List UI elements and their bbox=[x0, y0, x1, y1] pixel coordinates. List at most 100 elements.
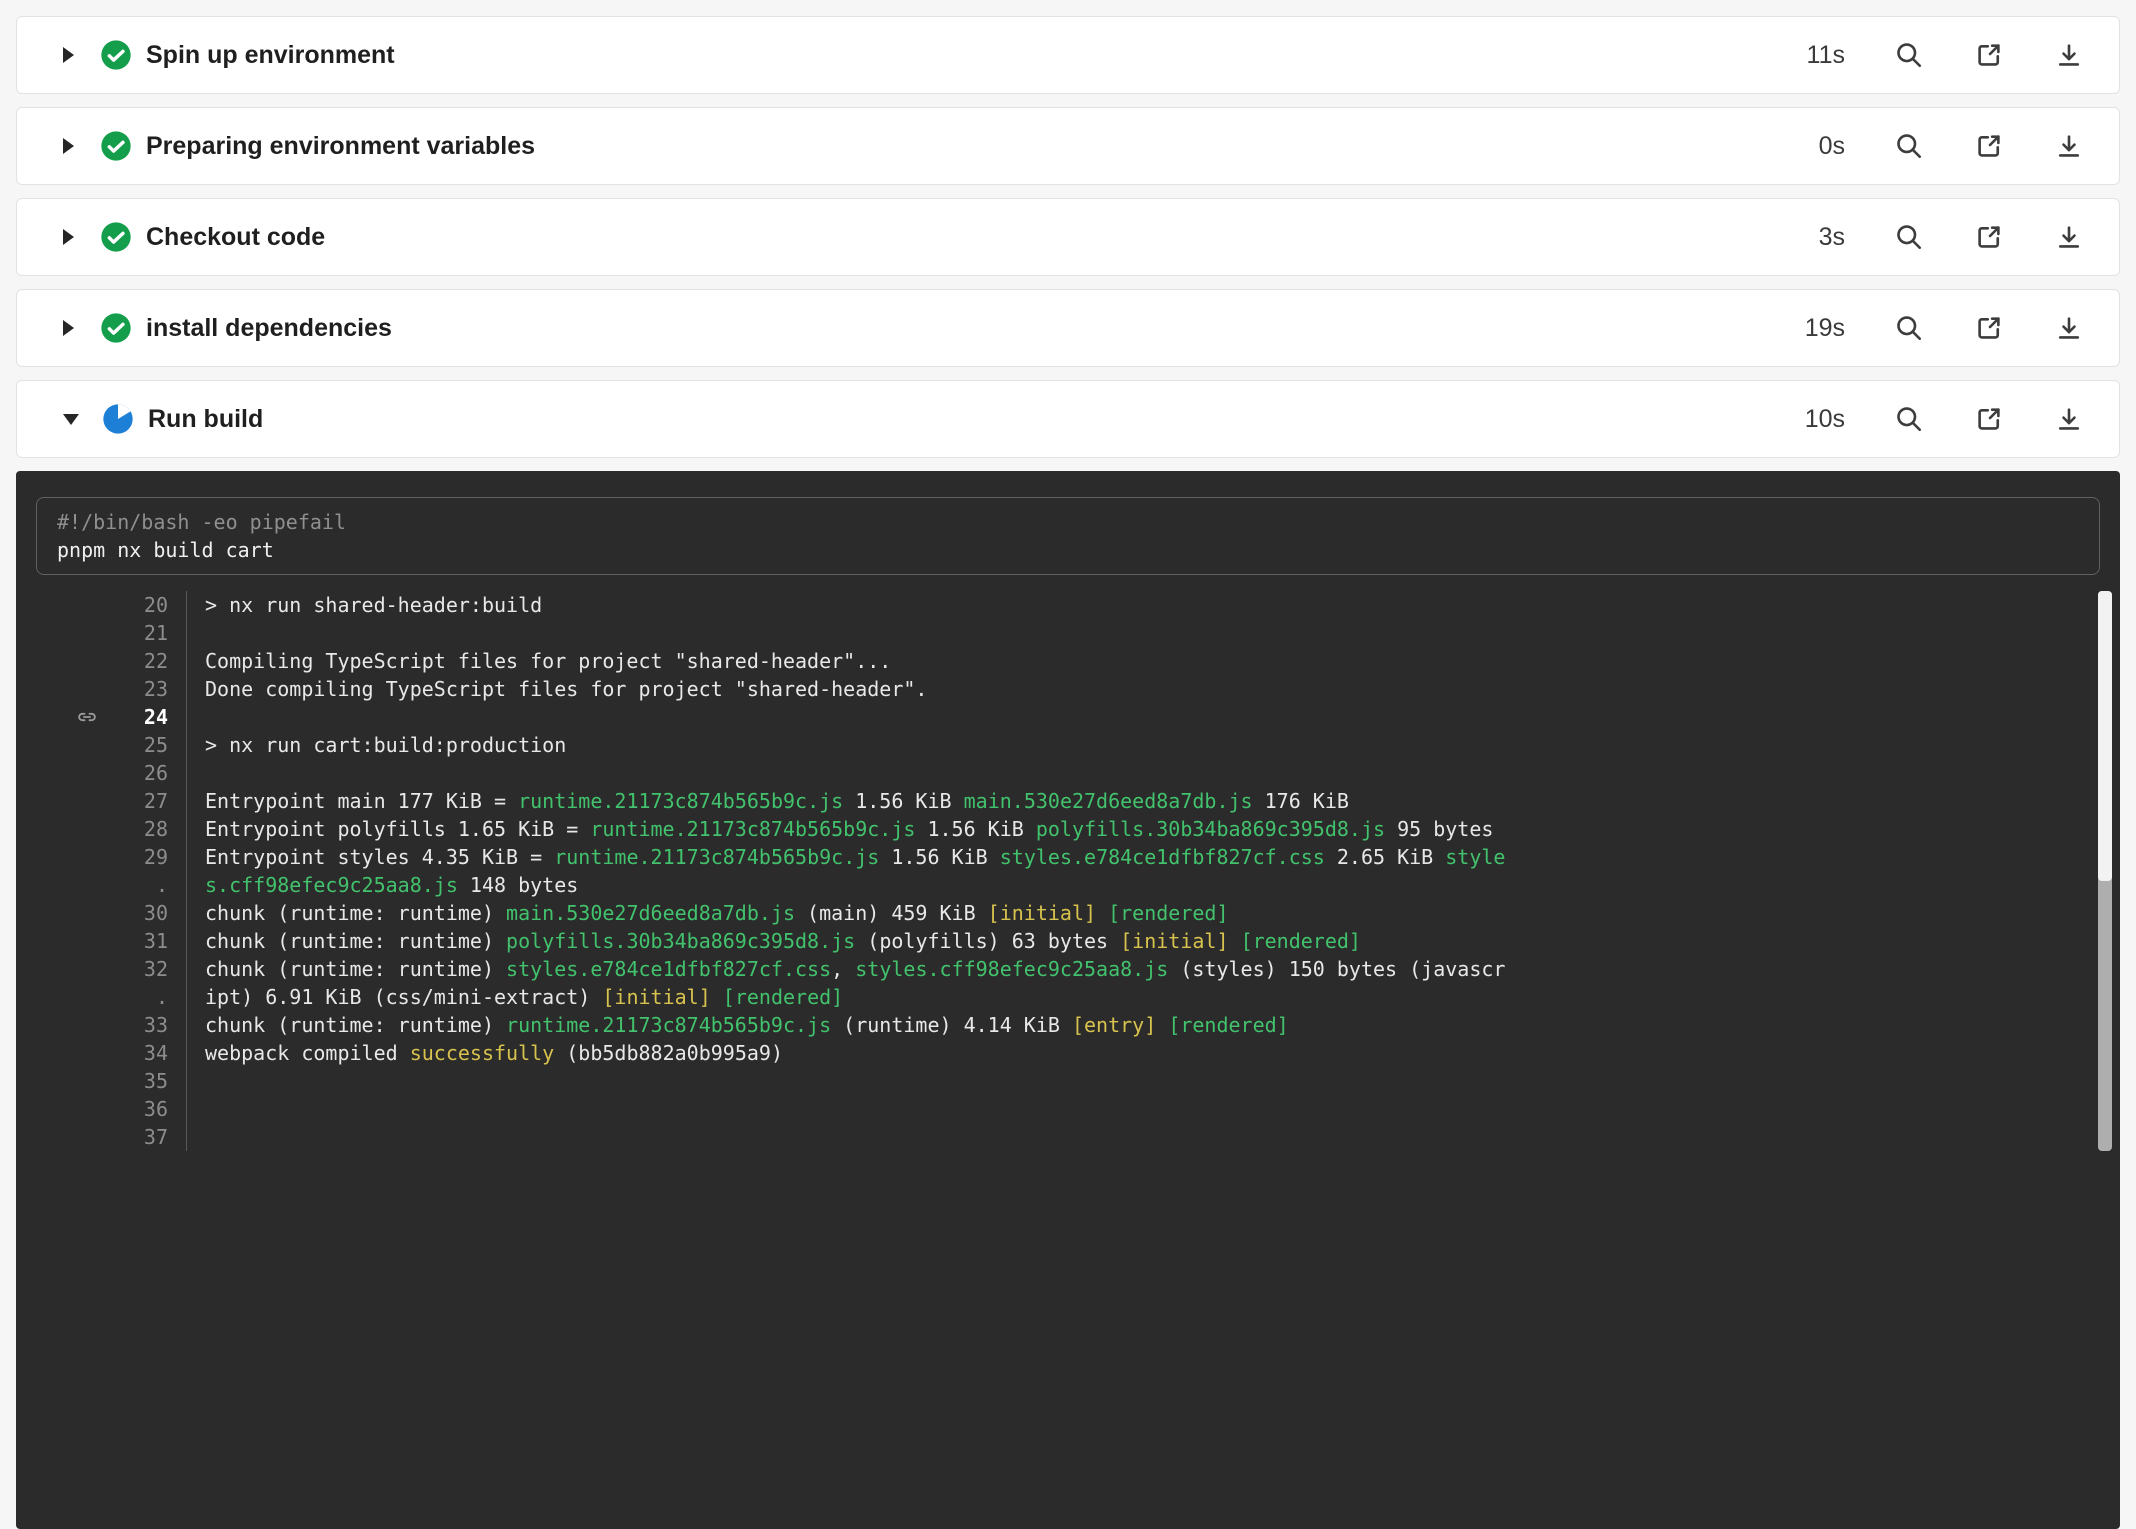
log-text: Entrypoint main 177 KiB = runtime.21173c… bbox=[186, 787, 2120, 815]
line-number[interactable]: 36 bbox=[144, 1097, 168, 1121]
line-number[interactable]: 29 bbox=[144, 845, 168, 869]
line-number[interactable]: 24 bbox=[144, 705, 168, 729]
log-text: > nx run cart:build:production bbox=[186, 731, 2120, 759]
log-gutter: 33 bbox=[16, 1011, 186, 1039]
step-row[interactable]: Spin up environment 11s bbox=[16, 16, 2120, 94]
log-line: 23 Done compiling TypeScript files for p… bbox=[16, 675, 2120, 703]
open-log-button[interactable] bbox=[1973, 130, 2005, 162]
log-line: 28 Entrypoint polyfills 1.65 KiB = runti… bbox=[16, 815, 2120, 843]
step-row[interactable]: install dependencies 19s bbox=[16, 289, 2120, 367]
log-line: 35 bbox=[16, 1067, 2120, 1095]
log-line: 24 bbox=[16, 703, 2120, 731]
open-log-button[interactable] bbox=[1973, 221, 2005, 253]
line-number[interactable]: 25 bbox=[144, 733, 168, 757]
log-lines: 20 > nx run shared-header:build 21 22 Co… bbox=[16, 591, 2120, 1151]
log-line: . s.cff98efec9c25aa8.js 148 bytes bbox=[16, 871, 2120, 899]
search-icon bbox=[1894, 313, 1924, 343]
log-line: 22 Compiling TypeScript files for projec… bbox=[16, 647, 2120, 675]
log-gutter: 32 bbox=[16, 955, 186, 983]
command-box: #!/bin/bash -eo pipefail pnpm nx build c… bbox=[36, 497, 2100, 575]
chevron-right-icon[interactable] bbox=[63, 138, 74, 154]
step-title: Preparing environment variables bbox=[146, 132, 535, 161]
log-gutter: 29 bbox=[16, 843, 186, 871]
line-number[interactable]: 37 bbox=[144, 1125, 168, 1149]
download-log-button[interactable] bbox=[2053, 39, 2085, 71]
line-number[interactable]: 30 bbox=[144, 901, 168, 925]
open-in-new-icon bbox=[1974, 222, 2004, 252]
log-scrollbar[interactable] bbox=[2098, 591, 2112, 1151]
status-icon bbox=[100, 312, 132, 344]
download-log-button[interactable] bbox=[2053, 312, 2085, 344]
download-log-button[interactable] bbox=[2053, 403, 2085, 435]
step-row[interactable]: Preparing environment variables 0s bbox=[16, 107, 2120, 185]
step-row[interactable]: Checkout code 3s bbox=[16, 198, 2120, 276]
open-log-button[interactable] bbox=[1973, 403, 2005, 435]
log-text: chunk (runtime: runtime) polyfills.30b34… bbox=[186, 927, 2120, 955]
log-line: . ipt) 6.91 KiB (css/mini-extract) [init… bbox=[16, 983, 2120, 1011]
search-icon bbox=[1894, 404, 1924, 434]
line-number[interactable]: . bbox=[156, 873, 168, 897]
chevron-right-icon[interactable] bbox=[63, 229, 74, 245]
log-line: 27 Entrypoint main 177 KiB = runtime.211… bbox=[16, 787, 2120, 815]
line-number[interactable]: 26 bbox=[144, 761, 168, 785]
log-gutter: 22 bbox=[16, 647, 186, 675]
log-gutter: 21 bbox=[16, 619, 186, 647]
log-gutter: 25 bbox=[16, 731, 186, 759]
chevron-down-icon[interactable] bbox=[63, 414, 79, 425]
log-text: > nx run shared-header:build bbox=[186, 591, 2120, 619]
status-icon bbox=[100, 130, 132, 162]
step-row[interactable]: Run build 10s bbox=[16, 380, 2120, 458]
open-in-new-icon bbox=[1974, 404, 2004, 434]
chevron-right-icon[interactable] bbox=[63, 320, 74, 336]
line-number[interactable]: 20 bbox=[144, 593, 168, 617]
step-duration: 10s bbox=[1781, 405, 1845, 434]
step-title: Run build bbox=[148, 405, 263, 434]
line-number[interactable]: 28 bbox=[144, 817, 168, 841]
step-title: Checkout code bbox=[146, 223, 325, 252]
link-icon[interactable] bbox=[76, 706, 98, 728]
download-log-button[interactable] bbox=[2053, 221, 2085, 253]
log-line: 34 webpack compiled successfully (bb5db8… bbox=[16, 1039, 2120, 1067]
log-text: Compiling TypeScript files for project "… bbox=[186, 647, 2120, 675]
line-number[interactable]: 34 bbox=[144, 1041, 168, 1065]
line-number[interactable]: 27 bbox=[144, 789, 168, 813]
log-gutter: 26 bbox=[16, 759, 186, 787]
log-line: 37 bbox=[16, 1123, 2120, 1151]
command-text: pnpm nx build cart bbox=[57, 536, 2079, 564]
log-line: 29 Entrypoint styles 4.35 KiB = runtime.… bbox=[16, 843, 2120, 871]
step-actions: 10s bbox=[1781, 403, 2085, 435]
search-icon bbox=[1894, 222, 1924, 252]
search-log-button[interactable] bbox=[1893, 312, 1925, 344]
search-log-button[interactable] bbox=[1893, 39, 1925, 71]
chevron-right-icon[interactable] bbox=[63, 47, 74, 63]
log-text: webpack compiled successfully (bb5db882a… bbox=[186, 1039, 2120, 1067]
log-gutter: 30 bbox=[16, 899, 186, 927]
open-log-button[interactable] bbox=[1973, 39, 2005, 71]
search-log-button[interactable] bbox=[1893, 403, 1925, 435]
line-number[interactable]: 31 bbox=[144, 929, 168, 953]
log-gutter: 27 bbox=[16, 787, 186, 815]
download-log-button[interactable] bbox=[2053, 130, 2085, 162]
log-gutter: 23 bbox=[16, 675, 186, 703]
line-number[interactable]: . bbox=[156, 985, 168, 1009]
build-output-terminal: #!/bin/bash -eo pipefail pnpm nx build c… bbox=[16, 471, 2120, 1529]
scrollbar-thumb[interactable] bbox=[2098, 591, 2112, 881]
search-icon bbox=[1894, 131, 1924, 161]
log-line: 31 chunk (runtime: runtime) polyfills.30… bbox=[16, 927, 2120, 955]
line-number[interactable]: 22 bbox=[144, 649, 168, 673]
line-number[interactable]: 23 bbox=[144, 677, 168, 701]
download-icon bbox=[2054, 131, 2084, 161]
step-title: Spin up environment bbox=[146, 41, 395, 70]
log-gutter: 36 bbox=[16, 1095, 186, 1123]
open-log-button[interactable] bbox=[1973, 312, 2005, 344]
search-log-button[interactable] bbox=[1893, 130, 1925, 162]
log-line: 36 bbox=[16, 1095, 2120, 1123]
step-duration: 11s bbox=[1781, 41, 1845, 70]
line-number[interactable]: 21 bbox=[144, 621, 168, 645]
line-number[interactable]: 32 bbox=[144, 957, 168, 981]
line-number[interactable]: 35 bbox=[144, 1069, 168, 1093]
log-line: 25 > nx run cart:build:production bbox=[16, 731, 2120, 759]
search-log-button[interactable] bbox=[1893, 221, 1925, 253]
log-gutter: 28 bbox=[16, 815, 186, 843]
line-number[interactable]: 33 bbox=[144, 1013, 168, 1037]
